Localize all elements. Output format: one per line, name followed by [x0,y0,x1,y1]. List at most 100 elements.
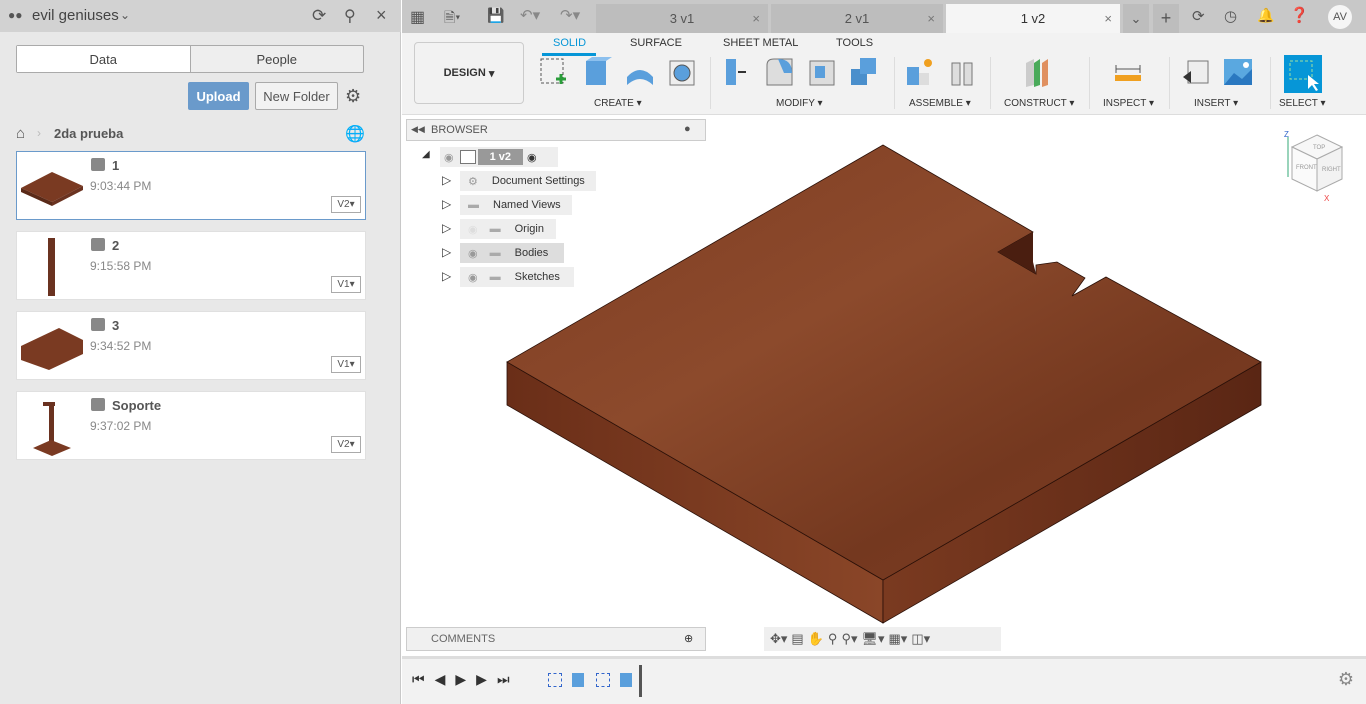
save-icon[interactable]: 💾 [487,7,504,24]
collapse-triangle-icon[interactable]: ◢ [422,149,430,160]
chevron-down-icon[interactable]: ⌄ [120,8,130,22]
viewports-icon[interactable]: ◫▾ [911,631,930,647]
close-tab-icon[interactable]: × [927,11,935,26]
timeline-marker[interactable] [639,665,642,697]
measure-icon[interactable] [1112,55,1144,89]
revolve-icon[interactable] [624,55,656,89]
viewcube[interactable]: TOP FRONT RIGHT Z X [1282,129,1352,209]
tab-sheet-metal[interactable]: SHEET METAL [723,37,798,49]
file-card[interactable]: Soporte 9:37:02 PM V2 ▾ [16,391,366,460]
version-dropdown[interactable]: V1 ▾ [331,356,361,373]
viewcube-front-label[interactable]: FRONT [1296,165,1317,171]
avatar[interactable]: AV [1328,5,1352,29]
expand-icon[interactable]: ▷ [442,221,451,235]
extrude-icon[interactable] [582,55,614,89]
expand-icon[interactable]: ▷ [442,197,451,211]
notifications-bell-icon[interactable]: 🔔 [1257,7,1274,24]
fit-icon[interactable]: ⚲▾ [841,631,857,647]
tab-solid[interactable]: SOLID [553,37,586,49]
hole-icon[interactable] [667,55,699,89]
press-pull-icon[interactable] [722,55,754,89]
fillet-icon[interactable] [764,55,796,89]
grid-menu-icon[interactable]: ▦ [410,7,425,27]
step-back-icon[interactable]: ◀ [435,671,446,688]
combine-icon[interactable] [848,55,880,89]
search-icon[interactable]: ⚲ [344,6,356,26]
look-at-icon[interactable]: ▤ [791,631,803,647]
new-tab-icon[interactable]: + [1153,4,1179,33]
tab-overflow-icon[interactable]: ⌄ [1123,4,1149,33]
insert-menu[interactable]: INSERT ▾ [1194,98,1238,109]
eye-icon[interactable]: ◉ [468,247,478,260]
refresh-icon[interactable]: ⟳ [312,6,326,26]
activate-radio-icon[interactable]: ◉ [527,151,537,164]
expand-icon[interactable]: ▷ [442,245,451,259]
viewcube-top-label[interactable]: TOP [1313,145,1325,151]
inspect-menu[interactable]: INSPECT ▾ [1103,98,1154,109]
team-selector[interactable]: evil geniuses [32,7,119,24]
step-forward-icon[interactable]: ▶ [476,671,487,688]
workspace-switcher[interactable]: DESIGN ▾ [414,42,524,104]
tree-item-sketches[interactable]: ◉ ▬ Sketches [460,267,574,287]
eye-icon[interactable]: ◉ [468,271,478,284]
tab-tools[interactable]: TOOLS [836,37,873,49]
close-tab-icon[interactable]: × [752,11,760,26]
globe-icon[interactable]: 🌐 [345,124,365,144]
go-to-end-icon[interactable]: ⏭ [497,671,510,688]
close-tab-icon[interactable]: × [1104,11,1112,26]
play-icon[interactable]: ▶ [455,671,466,688]
version-dropdown[interactable]: V1 ▾ [331,276,361,293]
insert-canvas-icon[interactable] [1222,55,1254,89]
display-settings-icon[interactable]: 🖥▾ [861,631,884,647]
job-status-icon[interactable]: ⟳ [1192,7,1205,25]
create-sketch-icon[interactable] [538,55,570,89]
grid-settings-icon[interactable]: ▦▾ [889,631,908,647]
construct-menu[interactable]: CONSTRUCT ▾ [1004,98,1074,109]
timeline-extrude-feature[interactable] [572,673,584,687]
select-icon[interactable] [1284,55,1322,93]
file-card[interactable]: 3 9:34:52 PM V1 ▾ [16,311,366,380]
insert-derive-icon[interactable] [1180,55,1212,89]
version-dropdown[interactable]: V2 ▾ [331,196,361,213]
go-to-start-icon[interactable]: ⏮ [412,671,425,688]
new-component-icon[interactable] [904,55,936,89]
tab-doc-3[interactable]: 3 v1 × [596,4,768,33]
breadcrumb[interactable]: 2da prueba [54,126,123,141]
history-icon[interactable]: ◷ [1224,7,1237,25]
tab-people[interactable]: People [191,46,364,72]
minimize-icon[interactable]: ● [684,123,691,135]
tab-doc-2[interactable]: 2 v1 × [771,4,943,33]
tree-item-bodies[interactable]: ◉ ▬ Bodies [460,243,564,263]
orbit-icon[interactable]: ✥▾ [770,631,787,647]
gear-icon[interactable]: ⚙ [345,86,361,107]
zoom-icon[interactable]: ⚲ [828,631,838,647]
upload-button[interactable]: Upload [188,82,249,110]
offset-plane-icon[interactable] [1022,55,1054,89]
viewcube-right-label[interactable]: RIGHT [1322,167,1341,173]
tree-root[interactable]: ◉ 1 v2 ◉ [440,147,558,167]
timeline-sketch-feature[interactable] [548,673,562,687]
timeline-extrude-feature[interactable] [620,673,632,687]
timeline-sketch-feature[interactable] [596,673,610,687]
tree-item-origin[interactable]: ◉ ▬ Origin [460,219,556,239]
collapse-browser-icon[interactable]: ◀◀ [411,124,425,135]
help-icon[interactable]: ❓ [1290,6,1309,24]
joint-icon[interactable] [946,55,978,89]
version-dropdown[interactable]: V2 ▾ [331,436,361,453]
tree-item-document-settings[interactable]: ⚙ Document Settings [460,171,596,191]
tab-doc-1[interactable]: 1 v2 × [946,4,1120,33]
eye-hidden-icon[interactable]: ◉ [468,223,478,236]
expand-icon[interactable]: ▷ [442,173,451,187]
select-menu[interactable]: SELECT ▾ [1279,98,1326,109]
assemble-menu[interactable]: ASSEMBLE ▾ [909,98,971,109]
redo-icon[interactable]: ↷▾ [560,6,580,24]
file-menu-icon[interactable]: 🗎▾ [444,7,460,31]
tab-data[interactable]: Data [17,46,191,72]
file-card[interactable]: 1 9:03:44 PM V2 ▾ [16,151,366,220]
pan-hand-icon[interactable]: ✋ [808,631,824,647]
add-comment-icon[interactable]: ⊕ [684,632,693,645]
close-icon[interactable]: × [376,5,387,26]
create-menu[interactable]: CREATE ▾ [594,98,642,109]
timeline-settings-gear-icon[interactable]: ⚙ [1338,669,1354,690]
eye-icon[interactable]: ◉ [444,151,454,164]
